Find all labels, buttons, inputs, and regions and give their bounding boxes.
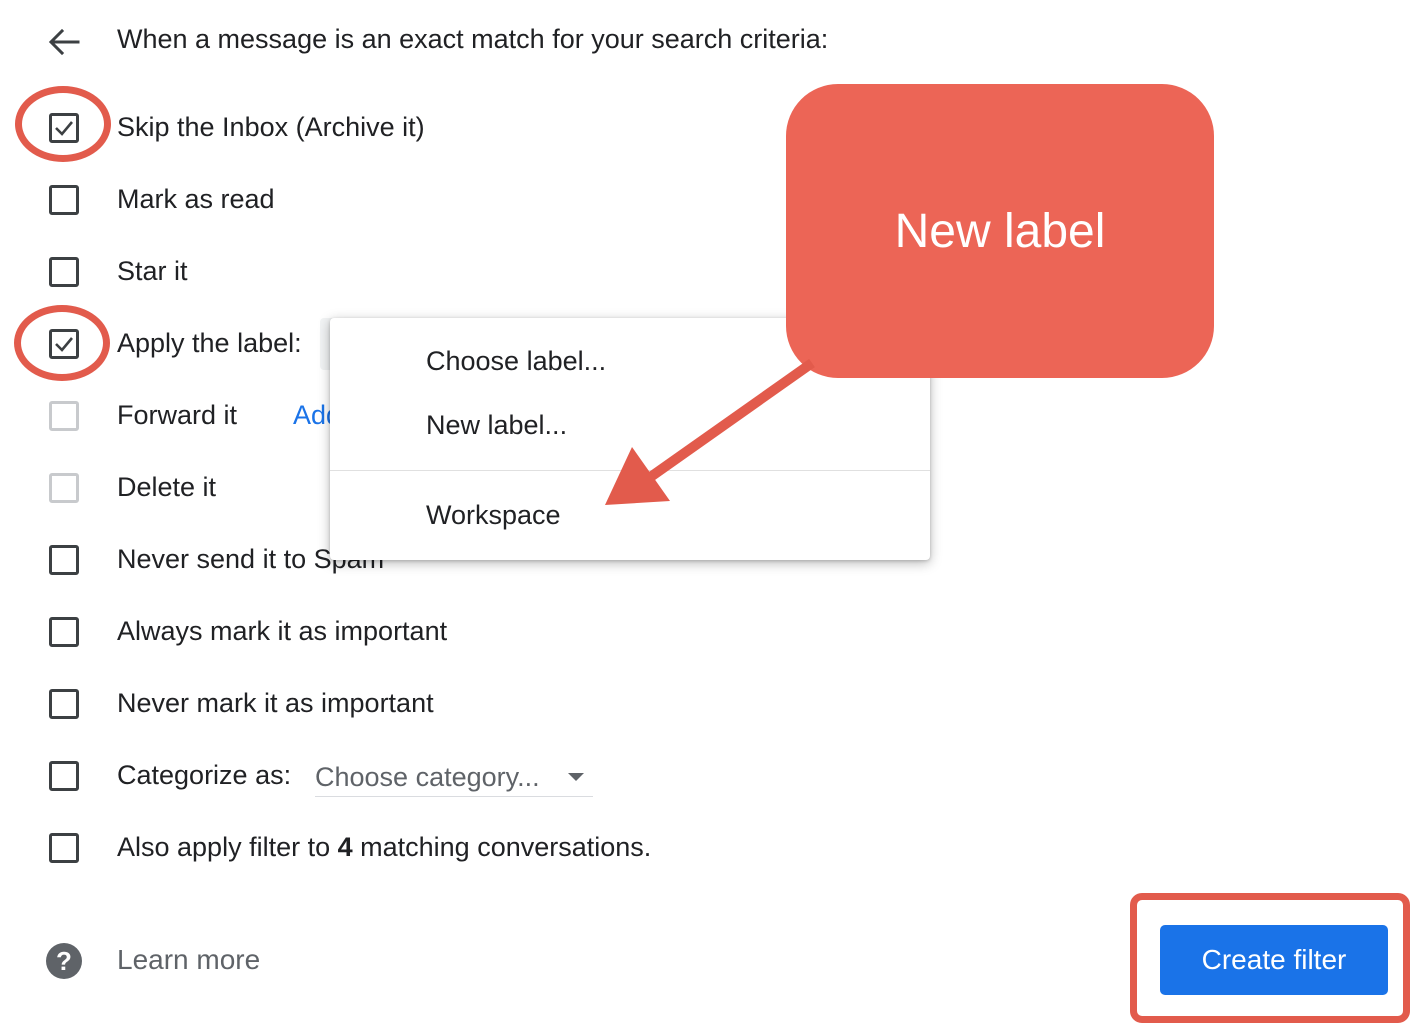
apply-existing-checkbox[interactable] <box>49 833 79 863</box>
apply-existing-label: Also apply filter to 4 matching conversa… <box>117 832 652 862</box>
always-important-checkbox[interactable] <box>49 617 79 647</box>
mark-as-read-label: Mark as read <box>117 184 275 214</box>
categorize-checkbox[interactable] <box>49 761 79 791</box>
annotation-arrow <box>605 358 815 505</box>
categorize-label: Categorize as: <box>117 760 292 790</box>
category-select[interactable]: Choose category... <box>315 760 593 797</box>
mark-as-read-checkbox[interactable] <box>49 185 79 215</box>
menu-item-new-label[interactable]: New label... <box>426 410 567 441</box>
new-label-callout: New label <box>786 84 1214 378</box>
back-arrow-icon[interactable] <box>44 22 84 62</box>
help-question-icon[interactable]: ? <box>46 943 82 979</box>
annotation-ring-skip-inbox <box>15 86 111 162</box>
menu-item-workspace[interactable]: Workspace <box>426 500 561 531</box>
callout-text: New label <box>894 205 1106 258</box>
skip-inbox-label: Skip the Inbox (Archive it) <box>117 112 425 142</box>
never-spam-checkbox[interactable] <box>49 545 79 575</box>
menu-item-choose-label[interactable]: Choose label... <box>426 346 606 377</box>
category-select-value: Choose category... <box>315 762 540 792</box>
create-filter-button[interactable]: Create filter <box>1160 925 1388 995</box>
star-it-label: Star it <box>117 256 188 286</box>
forward-it-label: Forward it <box>117 400 238 430</box>
add-forwarding-address-link[interactable]: Add forwarding address <box>293 400 331 431</box>
always-important-label: Always mark it as important <box>117 616 448 646</box>
delete-it-checkbox <box>49 473 79 503</box>
apply-label-label: Apply the label: <box>117 328 302 358</box>
filter-criteria-heading: When a message is an exact match for you… <box>117 24 829 54</box>
never-important-label: Never mark it as important <box>117 688 434 718</box>
never-important-checkbox[interactable] <box>49 689 79 719</box>
matching-count: 4 <box>337 832 353 862</box>
delete-it-label: Delete it <box>117 472 217 502</box>
caret-down-icon <box>568 773 584 781</box>
star-it-checkbox[interactable] <box>49 257 79 287</box>
forward-it-checkbox <box>49 401 79 431</box>
learn-more-link[interactable]: Learn more <box>117 944 260 976</box>
annotation-ring-apply-label <box>14 305 110 381</box>
